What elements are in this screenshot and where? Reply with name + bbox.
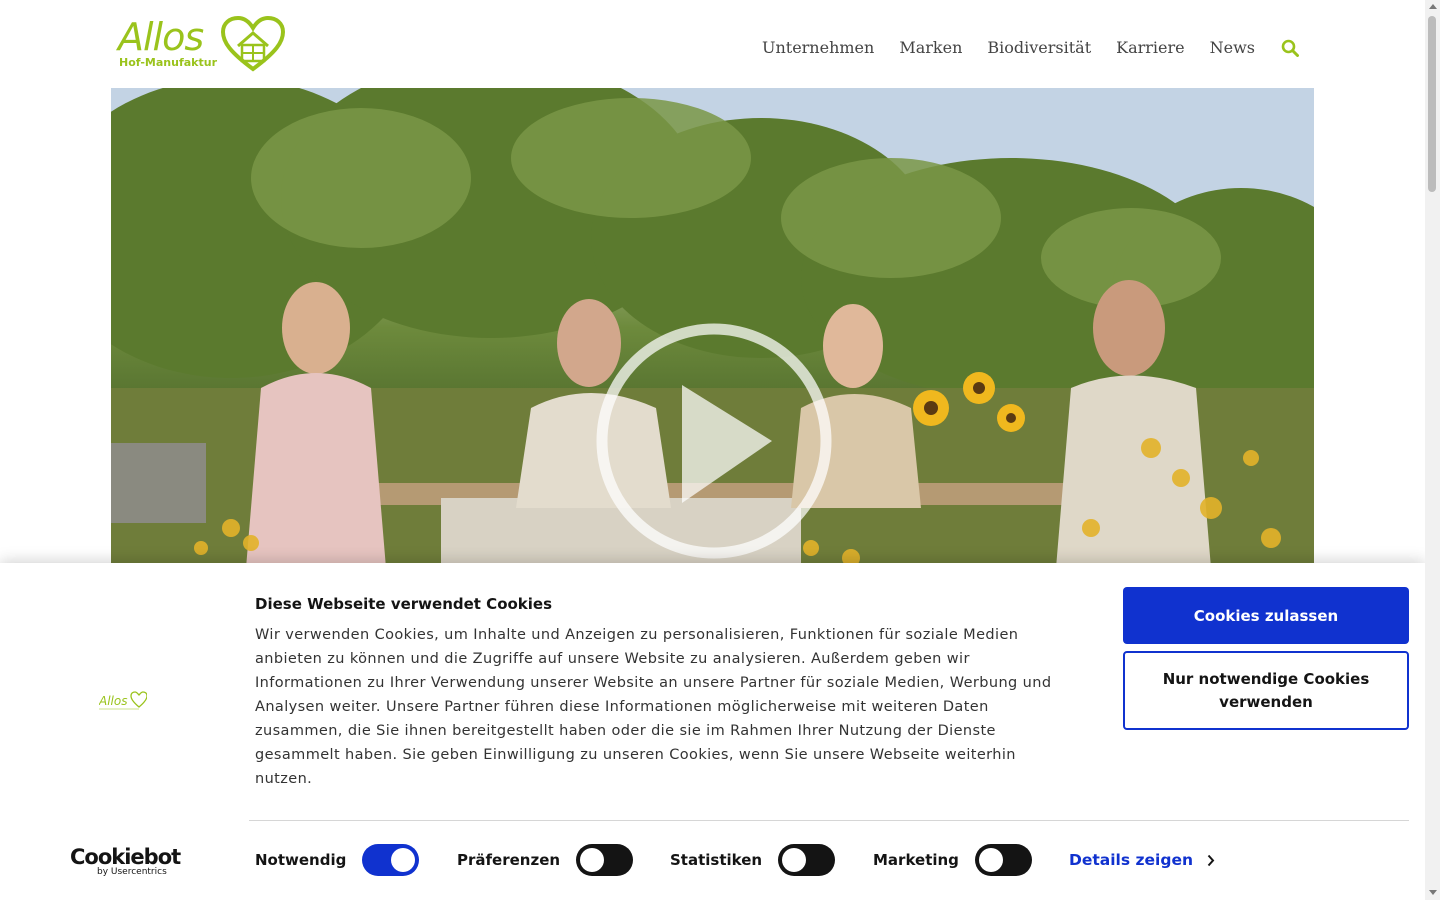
nav-biodiversitaet[interactable]: Biodiversität: [987, 38, 1091, 57]
nav-unternehmen[interactable]: Unternehmen: [762, 38, 874, 57]
banner-divider: [249, 820, 1409, 821]
cookie-description: Wir verwenden Cookies, um Inhalte und An…: [255, 627, 1052, 787]
scrollbar-thumb[interactable]: [1428, 16, 1436, 192]
toggle-notwendig[interactable]: [362, 844, 420, 876]
allos-logo[interactable]: Allos Hof-Manufaktur: [118, 14, 288, 72]
nav-news[interactable]: News: [1210, 38, 1255, 57]
toggle-label-notwendig: Notwendig: [255, 851, 347, 869]
search-icon[interactable]: [1281, 39, 1299, 57]
details-link[interactable]: Details zeigen: [1069, 851, 1215, 869]
cookiebot-sub: by Usercentrics: [97, 867, 167, 877]
nav-karriere[interactable]: Karriere: [1116, 38, 1185, 57]
scroll-down-arrow-icon[interactable]: [1429, 890, 1437, 895]
toggle-group-praeferenzen: Präferenzen: [457, 844, 634, 876]
toggle-label-marketing: Marketing: [873, 851, 959, 869]
necessary-cookies-button[interactable]: Nur notwendige Cookies verwenden: [1123, 651, 1409, 730]
toggle-statistiken[interactable]: [778, 844, 836, 876]
toggle-praeferenzen[interactable]: [576, 844, 634, 876]
play-icon[interactable]: [596, 323, 832, 559]
hero-video[interactable]: [111, 88, 1314, 568]
cookiebot-wordmark: Cookiebot: [70, 845, 181, 869]
toggle-group-statistiken: Statistiken: [670, 844, 836, 876]
cookie-consent-banner: Allos Diese Webseite verwendet Cookies W…: [0, 563, 1425, 900]
logo-tagline: Hof-Manufaktur: [119, 56, 217, 69]
toggle-group-marketing: Marketing: [873, 844, 1032, 876]
toggle-group-notwendig: Notwendig: [255, 844, 420, 876]
toggle-label-praeferenzen: Präferenzen: [457, 851, 561, 869]
main-nav: Unternehmen Marken Biodiversität Karrier…: [737, 38, 1299, 57]
allos-small-logo: Allos: [99, 691, 147, 710]
logo-wordmark: Allos: [118, 15, 204, 59]
svg-text:Allos: Allos: [99, 694, 127, 708]
cookiebot-logo[interactable]: Cookiebot by Usercentrics: [70, 845, 181, 881]
chevron-right-icon: [1207, 854, 1215, 866]
necessary-cookies-label: Nur notwendige Cookies verwenden: [1162, 669, 1370, 711]
details-label: Details zeigen: [1069, 851, 1193, 869]
toggle-marketing[interactable]: [974, 844, 1032, 876]
nav-marken[interactable]: Marken: [899, 38, 962, 57]
cookie-title: Diese Webseite verwendet Cookies: [255, 595, 553, 613]
scroll-up-arrow-icon[interactable]: [1429, 4, 1437, 9]
allow-cookies-button[interactable]: Cookies zulassen: [1123, 587, 1409, 644]
toggle-label-statistiken: Statistiken: [670, 851, 763, 869]
page-scrollbar[interactable]: [1425, 0, 1440, 900]
heart-house-icon: [220, 16, 286, 72]
site-header: Allos Hof-Manufaktur Unternehmen Marken …: [0, 0, 1425, 88]
